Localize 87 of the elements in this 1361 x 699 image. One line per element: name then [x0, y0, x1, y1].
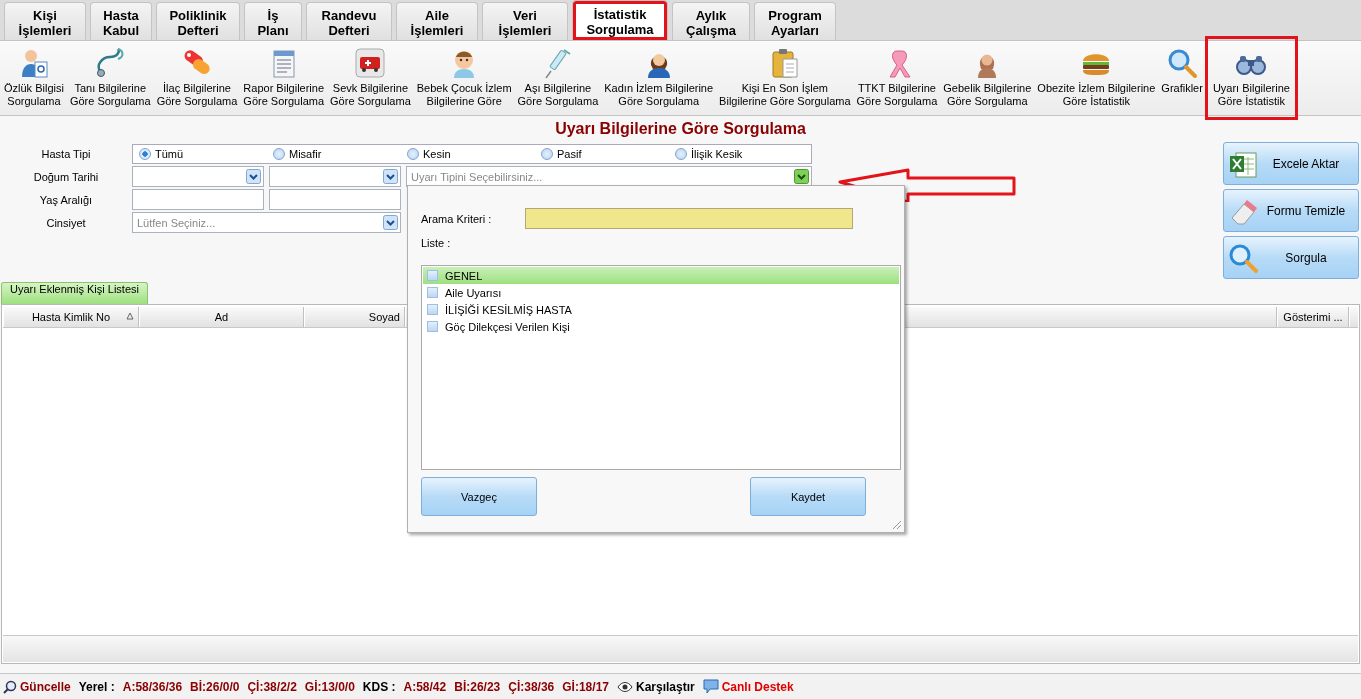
tab[interactable]: Randevu Defteri	[306, 2, 392, 40]
search-field[interactable]	[525, 208, 853, 229]
action-button[interactable]: Formu Temizle	[1223, 189, 1359, 232]
status-count: Çİ:38/2/2	[247, 679, 297, 694]
checkbox[interactable]	[427, 321, 438, 332]
toolbar-item[interactable]: Obezite İzlem Bilgilerine Göre İstatistik	[1034, 41, 1159, 115]
column-header[interactable]: Hasta Kimlik No	[3, 307, 139, 327]
radio-label: Misafir	[289, 147, 322, 162]
toolbar-item[interactable]: Tanı Bilgilerine Göre Sorgulama	[66, 41, 154, 115]
radio-button[interactable]	[541, 148, 553, 160]
eye-icon[interactable]	[617, 680, 633, 693]
toolbar-item[interactable]: Uyarı Bilgilerine Göre İstatistik	[1209, 41, 1293, 115]
status-count: Çİ:38/36	[508, 679, 555, 694]
column-header[interactable]: Soyad	[304, 307, 405, 327]
toolbar-item[interactable]: Özlük Bilgisi Sorgulama	[1, 41, 67, 115]
resize-grip-icon[interactable]	[892, 520, 902, 530]
list-tab[interactable]: Uyarı Eklenmiş Kişi Listesi	[1, 282, 148, 304]
search-icon[interactable]	[3, 679, 17, 694]
tab[interactable]: Hasta Kabul	[90, 2, 152, 40]
status-count: Gİ:18/17	[562, 679, 609, 694]
action-button[interactable]: Sorgula	[1223, 236, 1359, 279]
list-item[interactable]: GENEL	[423, 267, 899, 284]
input-field[interactable]	[269, 189, 401, 210]
tab[interactable]: Poliklinik Defteri	[156, 2, 240, 40]
chevron-down-icon[interactable]	[383, 215, 398, 230]
tab[interactable]: İstatistik Sorgulama	[572, 0, 668, 40]
list-item[interactable]: İLİŞİĞİ KESİLMİŞ HASTA	[423, 301, 899, 318]
tab[interactable]: Aile İşlemleri	[396, 2, 478, 40]
input-field[interactable]	[132, 189, 264, 210]
status-count: A:58/36/36	[122, 679, 183, 694]
ambulance-icon	[354, 47, 387, 79]
field-label: Yaş Aralığı	[38, 192, 94, 208]
field-label: Doğum Tarihi	[32, 169, 100, 185]
support-link[interactable]: Canlı Destek	[721, 679, 794, 694]
chevron-down-icon[interactable]	[246, 169, 261, 184]
radio-label: Kesin	[423, 147, 451, 162]
checkbox[interactable]	[427, 287, 438, 298]
magnifier-icon	[1166, 47, 1199, 79]
radio-label: İlişik Kesik	[691, 147, 743, 162]
status-count: Bİ:26/0/0	[190, 679, 240, 694]
radio-button[interactable]	[675, 148, 687, 160]
toolbar-item[interactable]: Bebek Çocuk İzlem Bilgilerine Göre	[413, 41, 515, 115]
action-button[interactable]: Excele Aktar	[1223, 142, 1359, 185]
gender-dropdown[interactable]: Lütfen Seçiniz...	[132, 212, 401, 233]
toolbar-item[interactable]: İlaç Bilgilerine Göre Sorgulama	[153, 41, 241, 115]
page-title: Uyarı Bilgilerine Göre Sorgulama	[554, 119, 807, 139]
toolbar-item[interactable]: Gebelik Bilgilerine Göre Sorgulama	[940, 41, 1035, 115]
field-label: Arama Kriteri :	[421, 212, 493, 225]
status-count: Bİ:26/23	[454, 679, 501, 694]
field-label: Liste :	[421, 237, 452, 251]
toolbar-item[interactable]: TTKT Bilgilerine Göre Sorgulama	[853, 41, 941, 115]
radio-label: Pasif	[557, 147, 582, 162]
radio-label: Tümü	[155, 147, 184, 162]
checkbox[interactable]	[427, 270, 438, 281]
toolbar-item[interactable]: Kişi En Son İşlem Bilgilerine Göre Sorgulama	[716, 41, 854, 115]
list-item[interactable]: Aile Uyarısı	[423, 284, 899, 301]
search-icon	[1228, 242, 1258, 273]
checkbox[interactable]	[427, 304, 438, 315]
status-label: Yerel :	[78, 679, 115, 694]
compare-link[interactable]: Karşılaştır	[636, 679, 695, 694]
toolbar-item[interactable]: Rapor Bilgilerine Göre Sorgulama	[240, 41, 328, 115]
save-button[interactable]: Kaydet	[750, 477, 866, 516]
column-header[interactable]: Gösterimi ...	[1277, 307, 1349, 327]
status-label: KDS :	[362, 679, 396, 694]
chevron-down-icon[interactable]	[794, 169, 809, 184]
field-label: Cinsiyet	[45, 215, 87, 231]
status-count: A:58/42	[403, 679, 447, 694]
toolbar-item[interactable]: Kadın İzlem Bilgilerine Göre Sorgulama	[601, 41, 717, 115]
radio-button[interactable]	[139, 148, 151, 160]
update-link[interactable]: Güncelle	[20, 679, 71, 694]
list-item[interactable]: Göç Dilekçesi Verilen Kişi	[423, 318, 899, 335]
column-header[interactable]: Ad	[139, 307, 304, 327]
tab[interactable]: Veri İşlemleri	[482, 2, 568, 40]
cancel-button[interactable]: Vazgeç	[421, 477, 537, 516]
radio-button[interactable]	[407, 148, 419, 160]
tab[interactable]: İş Planı	[244, 2, 302, 40]
toolbar-item[interactable]: Aşı Bilgilerine Göre Sorgulama	[514, 41, 602, 115]
chevron-down-icon[interactable]	[383, 169, 398, 184]
chat-icon[interactable]	[702, 679, 719, 694]
tab[interactable]: Kişi İşlemleri	[4, 2, 86, 40]
tab[interactable]: Program Ayarları	[754, 2, 836, 40]
tab[interactable]: Aylık Çalışma	[672, 2, 750, 40]
radio-button[interactable]	[273, 148, 285, 160]
toolbar-item[interactable]: Sevk Bilgilerine Göre Sorgulama	[327, 41, 414, 115]
field-label: Hasta Tipi	[40, 147, 92, 162]
status-count: Gİ:13/0/0	[304, 679, 355, 694]
toolbar-item[interactable]: Grafikler	[1158, 41, 1206, 115]
